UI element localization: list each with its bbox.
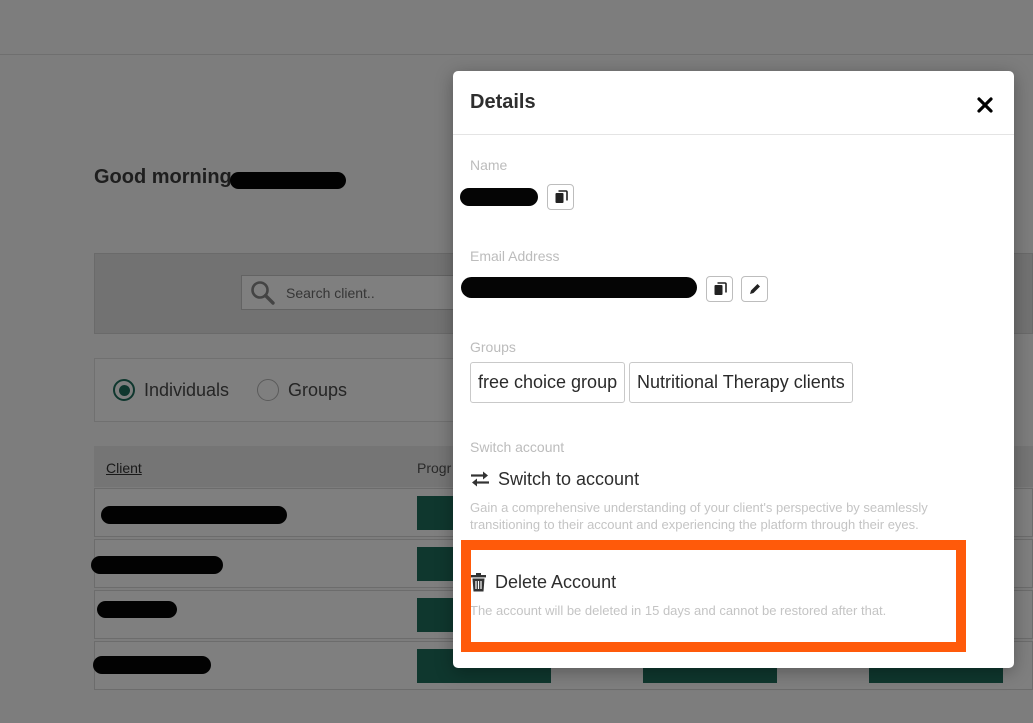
pencil-icon [749, 284, 760, 294]
edit-email-button[interactable] [741, 276, 768, 302]
close-icon [977, 97, 993, 113]
switch-to-account-label: Switch to account [498, 468, 640, 489]
switch-to-account-button[interactable]: Switch to account [470, 467, 639, 491]
group-tag[interactable]: free choice group [470, 362, 626, 403]
name-value-redacted [460, 188, 538, 206]
switch-description-line1: Gain a comprehensive understanding of yo… [470, 500, 928, 515]
groups-label: Groups [470, 339, 516, 355]
switch-description-line2: transitioning to their account and exper… [470, 517, 919, 532]
copy-icon [714, 282, 727, 295]
switch-section-label: Switch account [470, 439, 565, 455]
copy-name-button[interactable] [547, 184, 574, 210]
group-tag[interactable]: Nutritional Therapy clients [629, 362, 853, 403]
copy-icon [555, 190, 568, 203]
copy-email-button[interactable] [706, 276, 733, 302]
email-value-redacted [461, 277, 697, 298]
email-label: Email Address [470, 248, 560, 264]
modal-title: Details [470, 91, 536, 113]
switch-arrows-icon [471, 471, 489, 487]
highlight-annotation [461, 540, 966, 652]
modal-header: Details [453, 71, 1014, 135]
name-label: Name [470, 157, 508, 173]
close-button[interactable] [970, 90, 1000, 120]
